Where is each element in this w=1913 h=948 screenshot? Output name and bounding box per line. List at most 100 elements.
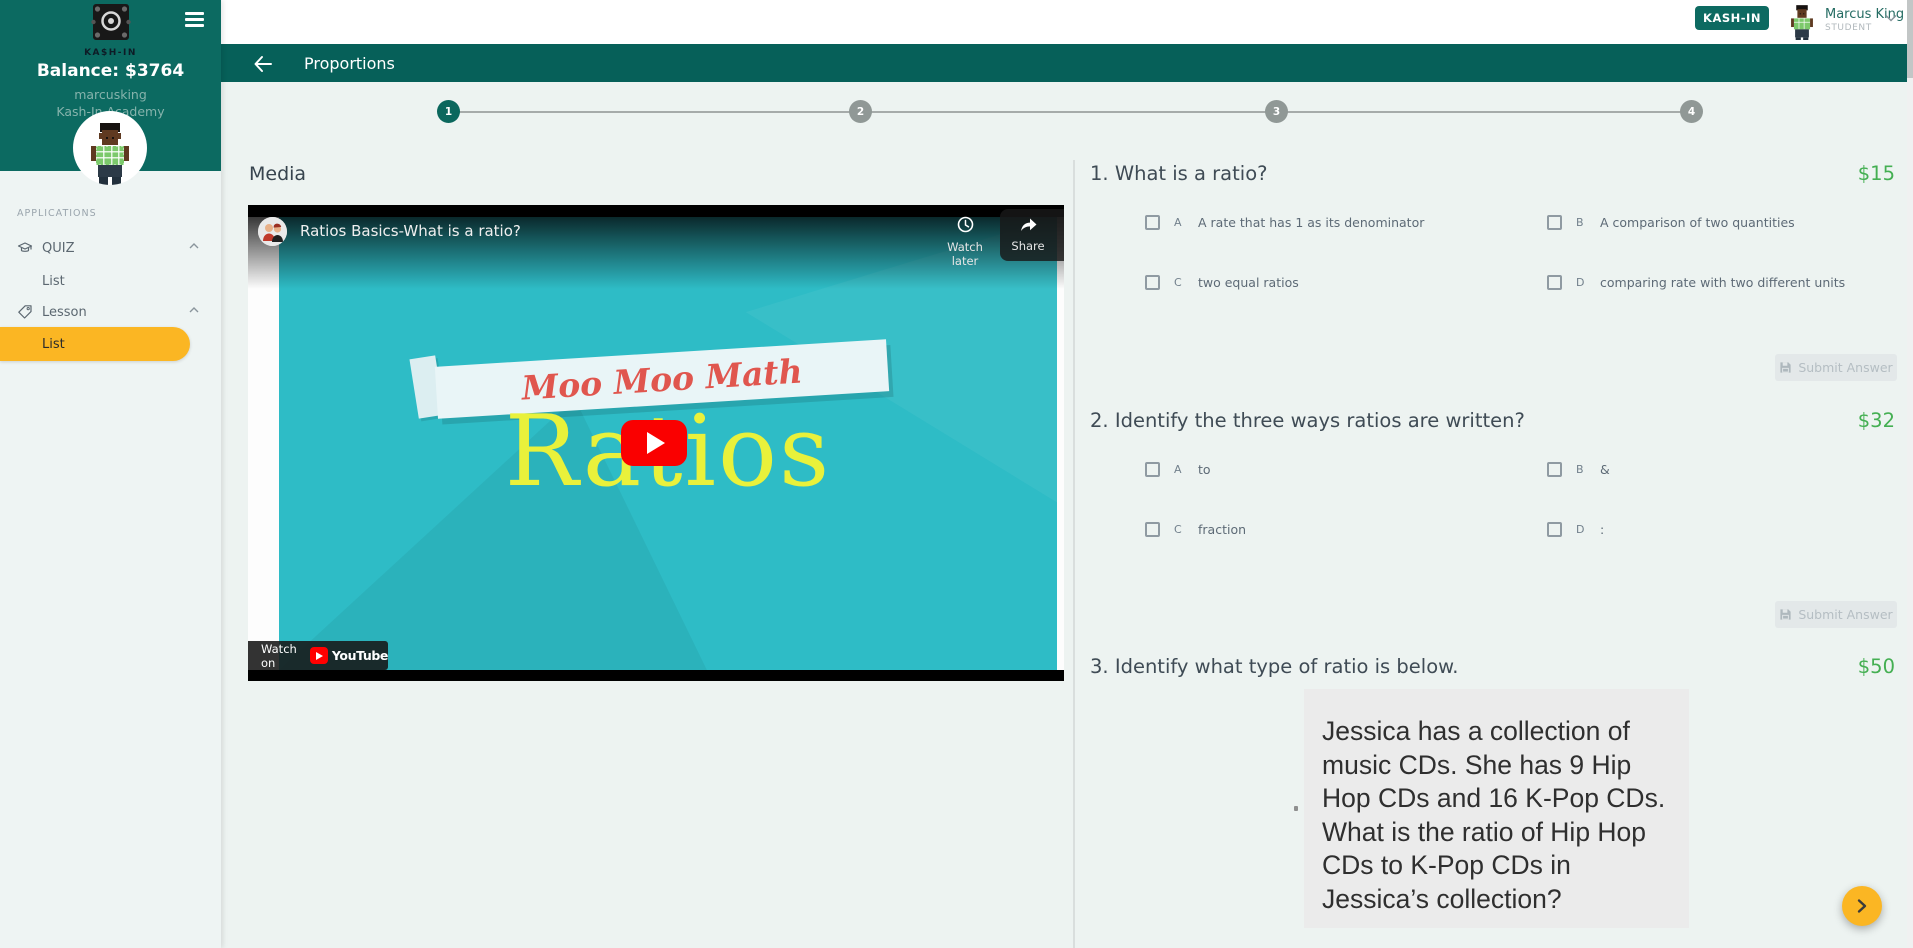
next-page-fab[interactable] (1842, 886, 1882, 926)
sidebar-item-lesson[interactable]: Lesson (0, 295, 221, 329)
checkbox[interactable] (1547, 275, 1562, 290)
question-3: 3. Identify what type of ratio is below.… (1090, 655, 1895, 679)
option-text: to (1198, 462, 1211, 477)
stepper-step-3[interactable]: 3 (1265, 100, 1288, 123)
channel-avatar-figures (258, 217, 287, 246)
share-button[interactable]: Share (1000, 216, 1056, 253)
question-image-text: Jessica has a collection of music CDs. S… (1322, 715, 1675, 916)
graduation-cap-icon (17, 240, 33, 256)
share-arrow-icon (1019, 216, 1038, 232)
option-letter: D (1576, 523, 1590, 536)
checkbox[interactable] (1547, 462, 1562, 477)
scrollbar-thumb[interactable] (1907, 0, 1913, 78)
option-letter: C (1174, 523, 1188, 536)
checkbox[interactable] (1145, 462, 1160, 477)
sidebar-username: marcusking (0, 87, 221, 102)
option-letter: C (1174, 276, 1188, 289)
video-title[interactable]: Ratios Basics-What is a ratio? (300, 222, 521, 240)
column-divider (1073, 160, 1075, 948)
submit-answer-label: Submit Answer (1798, 607, 1892, 622)
chevron-up-icon (189, 307, 199, 313)
avatar-pixel-figure (85, 121, 135, 185)
question-prize: $15 (1858, 162, 1895, 185)
checkbox[interactable] (1547, 522, 1562, 537)
sidebar-item-quiz[interactable]: QUIZ (0, 231, 221, 265)
sidebar-item-label: List (42, 337, 65, 352)
question-title: 2. Identify the three ways ratios are wr… (1090, 409, 1525, 432)
option-letter: A (1174, 216, 1188, 229)
checkbox[interactable] (1547, 215, 1562, 230)
checkbox[interactable] (1145, 215, 1160, 230)
chevron-right-icon (1856, 898, 1868, 914)
submit-answer-button[interactable]: Submit Answer (1775, 354, 1897, 381)
option-text: two equal ratios (1198, 275, 1299, 290)
option-text: : (1600, 522, 1604, 537)
option-letter: B (1576, 216, 1590, 229)
option-letter: D (1576, 276, 1590, 289)
option-letter: A (1174, 463, 1188, 476)
option-b[interactable]: B A comparison of two quantities (1547, 215, 1795, 230)
sidebar-item-quiz-list[interactable]: List (42, 274, 65, 289)
sidebar-item-label: Lesson (42, 305, 87, 320)
watch-on-label: Watch on (261, 642, 302, 670)
user-role: STUDENT (1825, 23, 1872, 33)
question-prize: $50 (1858, 655, 1895, 678)
play-icon (647, 432, 665, 454)
sidebar-item-lesson-list-active[interactable]: List (0, 327, 190, 361)
logo-wordmark: KA$H-IN (0, 48, 221, 58)
stepper-step-4[interactable]: 4 (1680, 100, 1703, 123)
option-a[interactable]: A A rate that has 1 as its denominator (1145, 215, 1424, 230)
option-text: & (1600, 462, 1610, 477)
share-label: Share (1000, 239, 1056, 253)
option-text: comparing rate with two different units (1600, 275, 1845, 290)
option-d[interactable]: D comparing rate with two different unit… (1547, 275, 1845, 290)
watch-on-youtube-badge[interactable]: Watch on YouTube (248, 641, 388, 670)
option-text: A comparison of two quantities (1600, 215, 1795, 230)
user-avatar[interactable] (1787, 4, 1819, 40)
video-bottom-bar (248, 670, 1064, 681)
hamburger-menu-icon[interactable] (185, 12, 204, 27)
option-a[interactable]: A to (1145, 462, 1211, 477)
play-button[interactable] (621, 420, 687, 466)
checkbox[interactable] (1145, 275, 1160, 290)
back-arrow-icon[interactable] (251, 52, 275, 76)
app-window: KA$H-IN Balance: $3764 marcusking Kash-I… (0, 0, 1913, 948)
option-d[interactable]: D : (1547, 522, 1604, 537)
youtube-wordmark: YouTube (332, 648, 388, 663)
watch-later-label: Watch later (934, 240, 996, 268)
option-letter: B (1576, 463, 1590, 476)
watch-later-button[interactable]: Watch later (934, 216, 996, 268)
chevron-down-icon[interactable] (1885, 14, 1897, 22)
submit-answer-button[interactable]: Submit Answer (1775, 601, 1897, 628)
scrollbar-track[interactable] (1907, 0, 1913, 948)
option-c[interactable]: C two equal ratios (1145, 275, 1299, 290)
top-bar: KASH-IN Marcus King STUDENT (221, 0, 1913, 44)
stepper-step-1[interactable]: 1 (437, 100, 460, 123)
question-title: 3. Identify what type of ratio is below. (1090, 655, 1459, 678)
question-image: Jessica has a collection of music CDs. S… (1304, 689, 1689, 928)
save-icon (1779, 608, 1792, 621)
question-prize: $32 (1858, 409, 1895, 432)
youtube-player: Moo Moo Math Ratios Ratios Basics-What i… (248, 205, 1064, 681)
kash-in-button[interactable]: KASH-IN (1695, 6, 1769, 30)
youtube-play-logo-icon (310, 647, 328, 664)
checkbox[interactable] (1145, 522, 1160, 537)
chevron-up-icon (189, 243, 199, 249)
media-heading: Media (249, 163, 306, 185)
avatar[interactable] (73, 111, 147, 185)
clock-icon (957, 216, 974, 233)
option-text: fraction (1198, 522, 1246, 537)
stray-dot (1294, 806, 1298, 811)
applications-section-label: APPLICATIONS (17, 208, 97, 219)
vault-logo-icon (85, 3, 137, 43)
question-2: 2. Identify the three ways ratios are wr… (1090, 409, 1895, 433)
balance-text: Balance: $3764 (0, 61, 221, 81)
option-c[interactable]: C fraction (1145, 522, 1246, 537)
avatar-pixel-figure (1787, 4, 1817, 40)
question-1: 1. What is a ratio? $15 A A rate that ha… (1090, 162, 1895, 186)
stepper-connector (448, 111, 1691, 113)
sidebar-item-label: QUIZ (42, 241, 75, 256)
option-b[interactable]: B & (1547, 462, 1610, 477)
channel-avatar[interactable] (258, 217, 287, 246)
stepper-step-2[interactable]: 2 (849, 100, 872, 123)
